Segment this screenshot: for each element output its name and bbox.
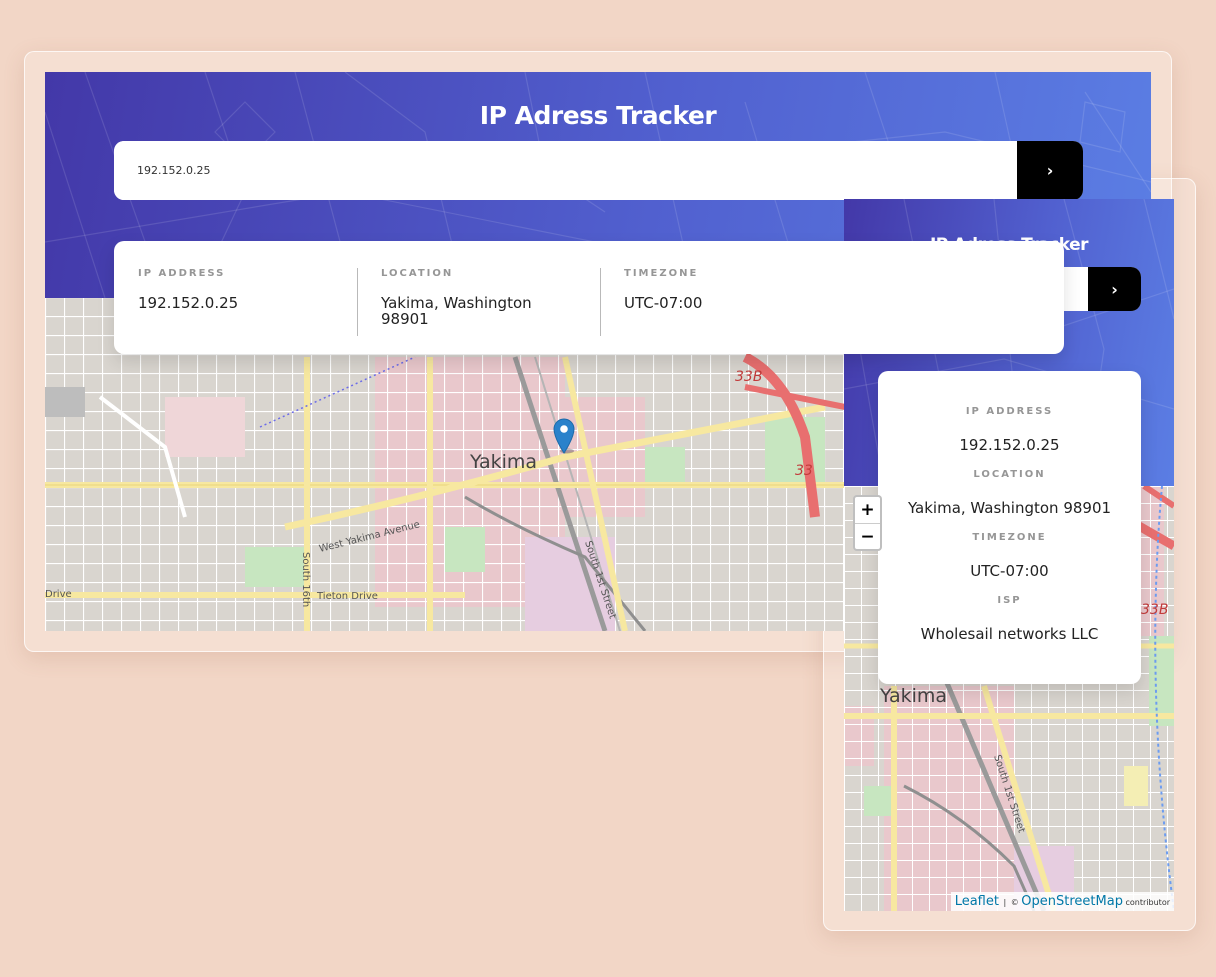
map-label-city: Yakima — [469, 451, 537, 473]
stat-value: UTC-07:00 — [970, 562, 1049, 580]
stat-value: Yakima, Washington 98901 — [381, 294, 532, 329]
map-pin-icon[interactable] — [553, 418, 575, 454]
zoom-out-button[interactable]: − — [855, 523, 880, 549]
stat-label: ISP — [997, 595, 1022, 606]
stat-label: IP ADDRESS — [965, 406, 1054, 417]
stat-location: LOCATION Yakima, Washington 98901 — [357, 268, 600, 336]
stat-label: LOCATION — [973, 469, 1046, 480]
stat-value: Wholesail networks LLC — [920, 625, 1099, 643]
map-label-route: 33B — [735, 369, 762, 385]
map-label-city: Yakima — [879, 685, 947, 707]
map-label-route: 33B — [1141, 602, 1168, 618]
zoom-in-button[interactable]: + — [855, 497, 880, 523]
attribution-separator: | — [1003, 898, 1007, 907]
search-submit-button[interactable]: › — [1088, 267, 1141, 311]
map-zoom-control: + − — [853, 495, 882, 551]
map-label-route: 33 — [795, 463, 813, 479]
map-label-street: Tieton Drive — [316, 591, 378, 602]
stat-label: TIMEZONE — [972, 532, 1047, 543]
stat-value: Yakima, Washington 98901 — [907, 499, 1112, 517]
stat-label: IP ADDRESS — [138, 268, 226, 279]
stat-value: 192.152.0.25 — [959, 436, 1060, 454]
stat-value: UTC-07:00 — [624, 294, 703, 312]
stat-ip-address: IP ADDRESS 192.152.0.25 — [114, 268, 357, 336]
ip-info-card: IP ADDRESS 192.152.0.25 LOCATION Yakima,… — [114, 241, 1064, 354]
ip-search-input[interactable] — [114, 141, 1017, 200]
ip-info-card: IP ADDRESS 192.152.0.25 LOCATION Yakima,… — [878, 371, 1141, 684]
stat-value: 192.152.0.25 — [138, 294, 239, 312]
attribution-tail: contributor — [1125, 898, 1170, 907]
search-submit-button[interactable]: › — [1017, 141, 1083, 200]
stat-timezone: TIMEZONE UTC-07:00 — [600, 268, 843, 336]
chevron-right-icon: › — [1111, 279, 1118, 299]
map-label-street: Drive — [45, 589, 72, 600]
openstreetmap-link[interactable]: OpenStreetMap — [1021, 894, 1123, 909]
chevron-right-icon: › — [1046, 161, 1054, 180]
stat-label: LOCATION — [381, 268, 454, 279]
search-bar: › — [114, 141, 1083, 200]
map-attribution: Leaflet | © OpenStreetMap contributor — [950, 892, 1174, 911]
stat-label: TIMEZONE — [624, 268, 699, 279]
copyright-symbol: © — [1010, 898, 1019, 907]
leaflet-link[interactable]: Leaflet — [955, 894, 999, 909]
page-title: IP Adress Tracker — [479, 101, 717, 130]
map-label-street: South 16th — [300, 552, 311, 607]
